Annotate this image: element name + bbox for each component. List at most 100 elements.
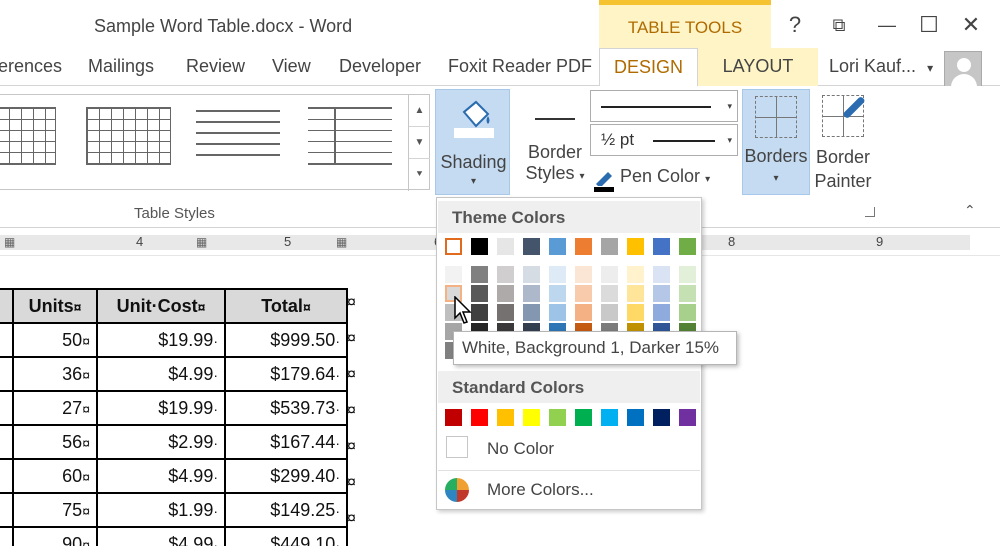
theme-color-shade-swatch[interactable] bbox=[627, 266, 644, 283]
tab-references[interactable]: erences bbox=[0, 56, 62, 77]
tab-developer[interactable]: Developer bbox=[339, 56, 421, 77]
table-cell[interactable]: 60¤ bbox=[12, 458, 98, 494]
table-cell[interactable] bbox=[0, 356, 14, 392]
theme-color-shade-swatch[interactable] bbox=[575, 304, 592, 321]
gallery-scroll-down-icon[interactable]: ▼ bbox=[409, 127, 430, 159]
maximize-button[interactable]: ☐ bbox=[914, 10, 944, 40]
standard-color-swatch[interactable] bbox=[601, 409, 618, 426]
theme-color-shade-swatch[interactable] bbox=[627, 304, 644, 321]
table-cell[interactable]: 56¤ bbox=[12, 424, 98, 460]
standard-color-swatch[interactable] bbox=[497, 409, 514, 426]
table-cell[interactable] bbox=[0, 322, 14, 358]
table-style-thumbnail[interactable] bbox=[308, 107, 392, 165]
tab-foxit-reader-pdf[interactable]: Foxit Reader PDF bbox=[448, 56, 592, 77]
pen-color-button[interactable]: Pen Color ▾ bbox=[594, 166, 710, 192]
theme-color-swatch[interactable] bbox=[627, 238, 644, 255]
table-cell[interactable]: 75¤ bbox=[12, 492, 98, 528]
theme-color-swatch[interactable] bbox=[601, 238, 618, 255]
help-button[interactable]: ? bbox=[780, 10, 810, 40]
table-style-thumbnail[interactable] bbox=[0, 107, 56, 165]
table-cell[interactable]: $4.99· bbox=[96, 526, 226, 546]
borders-button[interactable]: Borders ▾ bbox=[742, 89, 810, 195]
standard-color-swatch[interactable] bbox=[549, 409, 566, 426]
theme-color-swatch[interactable] bbox=[653, 238, 670, 255]
table-cell[interactable]: $19.99· bbox=[96, 390, 226, 426]
table-cell[interactable]: 27¤ bbox=[12, 390, 98, 426]
shading-button[interactable]: Shading ▾ bbox=[435, 89, 510, 195]
theme-color-shade-swatch[interactable] bbox=[497, 266, 514, 283]
avatar[interactable] bbox=[944, 51, 982, 89]
table-header-cell[interactable]: Unit·Cost¤ bbox=[96, 288, 226, 324]
standard-color-swatch[interactable] bbox=[627, 409, 644, 426]
theme-color-shade-swatch[interactable] bbox=[679, 304, 696, 321]
more-colors-option[interactable]: More Colors... bbox=[487, 480, 594, 500]
table-cell[interactable]: $2.99· bbox=[96, 424, 226, 460]
standard-color-swatch[interactable] bbox=[575, 409, 592, 426]
tab-review[interactable]: Review bbox=[186, 56, 245, 77]
table-cell[interactable] bbox=[0, 526, 14, 546]
theme-color-swatch[interactable] bbox=[471, 238, 488, 255]
table-cell[interactable]: $299.40· bbox=[224, 458, 348, 494]
theme-color-swatch[interactable] bbox=[445, 238, 462, 255]
theme-color-shade-swatch[interactable] bbox=[653, 304, 670, 321]
theme-color-shade-swatch[interactable] bbox=[523, 285, 540, 302]
theme-color-shade-swatch[interactable] bbox=[627, 285, 644, 302]
column-marker-icon[interactable]: ▦ bbox=[336, 235, 347, 249]
minimize-button[interactable]: — bbox=[872, 10, 902, 40]
theme-color-swatch[interactable] bbox=[497, 238, 514, 255]
theme-color-shade-swatch[interactable] bbox=[601, 266, 618, 283]
table-cell[interactable] bbox=[0, 424, 14, 460]
theme-color-shade-swatch[interactable] bbox=[523, 266, 540, 283]
close-button[interactable]: ✕ bbox=[956, 10, 986, 40]
table-style-thumbnail[interactable] bbox=[86, 107, 171, 165]
table-cell[interactable]: $1.99· bbox=[96, 492, 226, 528]
table-cell[interactable]: $999.50· bbox=[224, 322, 348, 358]
theme-color-shade-swatch[interactable] bbox=[575, 266, 592, 283]
table-cell[interactable]: 90¤ bbox=[12, 526, 98, 546]
column-marker-icon[interactable]: ▦ bbox=[196, 235, 207, 249]
table-cell[interactable] bbox=[0, 492, 14, 528]
tab-layout[interactable]: LAYOUT bbox=[698, 48, 818, 86]
ribbon-display-options-button[interactable]: ⧉ bbox=[824, 10, 854, 40]
line-weight-dropdown[interactable]: ½ pt ▾ bbox=[590, 124, 738, 156]
standard-color-swatch[interactable] bbox=[679, 409, 696, 426]
theme-color-shade-swatch[interactable] bbox=[653, 285, 670, 302]
theme-color-shade-swatch[interactable] bbox=[601, 285, 618, 302]
user-account-name[interactable]: Lori Kauf... ▾ bbox=[829, 56, 933, 77]
standard-color-swatch[interactable] bbox=[653, 409, 670, 426]
gallery-scroll-up-icon[interactable]: ▲ bbox=[409, 95, 430, 127]
table-cell[interactable]: $167.44· bbox=[224, 424, 348, 460]
column-marker-icon[interactable]: ▦ bbox=[4, 235, 15, 249]
table-header-cell[interactable] bbox=[0, 288, 14, 324]
theme-color-swatch[interactable] bbox=[549, 238, 566, 255]
table-cell[interactable] bbox=[0, 390, 14, 426]
table-header-cell[interactable]: Units¤ bbox=[12, 288, 98, 324]
table-cell[interactable]: $449.10· bbox=[224, 526, 348, 546]
theme-color-shade-swatch[interactable] bbox=[549, 304, 566, 321]
theme-color-shade-swatch[interactable] bbox=[653, 266, 670, 283]
theme-color-shade-swatch[interactable] bbox=[601, 304, 618, 321]
table-style-thumbnail[interactable] bbox=[196, 107, 280, 165]
tab-mailings[interactable]: Mailings bbox=[88, 56, 154, 77]
table-header-cell[interactable]: Total¤ bbox=[224, 288, 348, 324]
tab-design[interactable]: DESIGN bbox=[599, 48, 698, 87]
table-cell[interactable]: $4.99· bbox=[96, 458, 226, 494]
table-cell[interactable]: 50¤ bbox=[12, 322, 98, 358]
no-color-swatch[interactable] bbox=[446, 436, 468, 458]
theme-color-shade-swatch[interactable] bbox=[679, 285, 696, 302]
theme-color-shade-swatch[interactable] bbox=[523, 304, 540, 321]
border-styles-button[interactable]: Border Styles ▾ bbox=[522, 106, 588, 196]
theme-color-shade-swatch[interactable] bbox=[549, 285, 566, 302]
line-style-dropdown[interactable]: ▾ bbox=[590, 90, 738, 122]
theme-color-shade-swatch[interactable] bbox=[549, 266, 566, 283]
table-cell[interactable] bbox=[0, 458, 14, 494]
gallery-more-icon[interactable]: ⯆ bbox=[409, 159, 430, 191]
theme-color-swatch[interactable] bbox=[679, 238, 696, 255]
dialog-launcher-icon[interactable] bbox=[865, 207, 875, 217]
table-cell[interactable]: $539.73· bbox=[224, 390, 348, 426]
theme-color-swatch[interactable] bbox=[575, 238, 592, 255]
table-cell[interactable]: $19.99· bbox=[96, 322, 226, 358]
tab-view[interactable]: View bbox=[272, 56, 311, 77]
theme-color-shade-swatch[interactable] bbox=[497, 285, 514, 302]
standard-color-swatch[interactable] bbox=[523, 409, 540, 426]
